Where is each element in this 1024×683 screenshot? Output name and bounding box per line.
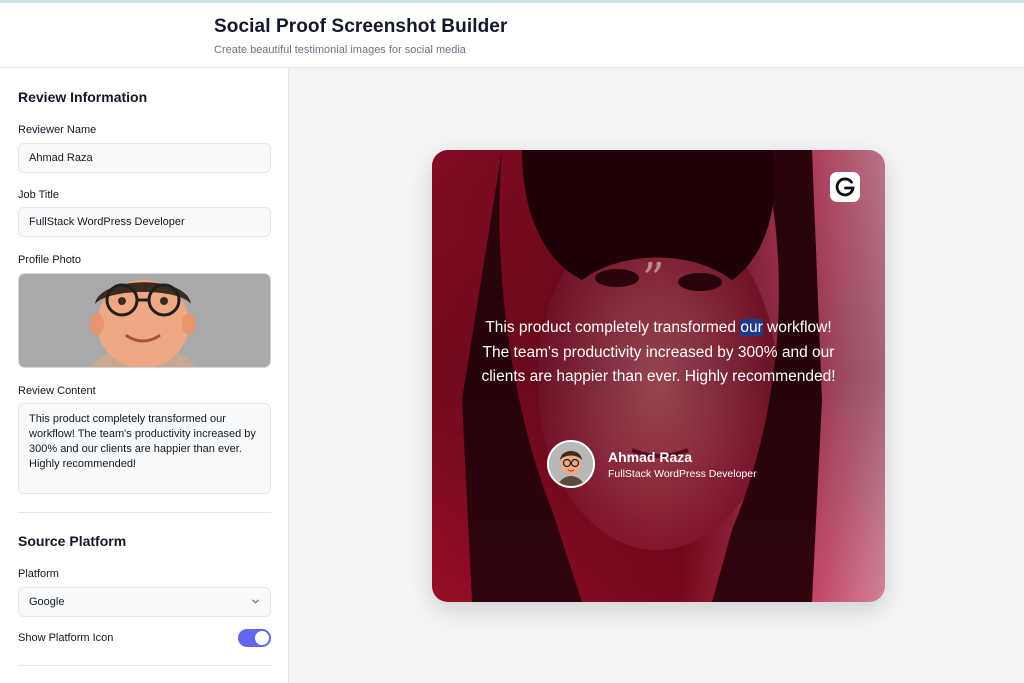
job-title-label: Job Title: [18, 189, 59, 201]
reviewer-name-label: Reviewer Name: [18, 124, 97, 136]
app-title: Social Proof Screenshot Builder: [214, 16, 508, 37]
settings-sidebar: Review Information Reviewer Name Ahmad R…: [0, 68, 289, 683]
review-content-label: Review Content: [18, 385, 96, 397]
chevron-down-icon: [252, 599, 259, 604]
quote-text-start: This product completely transformed: [485, 319, 741, 336]
profile-photo-upload[interactable]: [18, 273, 271, 368]
profile-photo-label: Profile Photo: [18, 254, 81, 266]
google-icon: [835, 177, 855, 197]
author-job-title: FullStack WordPress Developer: [608, 468, 757, 480]
show-platform-icon-toggle[interactable]: [238, 629, 271, 647]
reviewer-name-input[interactable]: Ahmad Raza: [18, 143, 271, 173]
toggle-knob: [255, 631, 269, 645]
review-section-title: Review Information: [18, 89, 148, 105]
testimonial-quote: This product completely transformed our …: [472, 316, 845, 390]
platform-label: Platform: [18, 568, 59, 580]
testimonial-preview-card: ” This product completely transformed ou…: [432, 150, 885, 602]
app-header: Social Proof Screenshot Builder Create b…: [0, 0, 1024, 68]
job-title-input[interactable]: FullStack WordPress Developer: [18, 207, 271, 237]
show-platform-icon-label: Show Platform Icon: [18, 632, 114, 644]
review-content-textarea[interactable]: This product completely transformed our …: [18, 403, 271, 494]
profile-photo-image: [19, 274, 270, 367]
author-avatar-image: [549, 442, 593, 486]
section-divider-bottom: [18, 665, 271, 666]
section-divider: [18, 512, 271, 513]
platform-select[interactable]: Google: [18, 587, 271, 617]
author-avatar: [547, 440, 595, 488]
platform-select-value: Google: [29, 596, 65, 608]
quote-highlight: our: [740, 319, 763, 336]
platform-section-title: Source Platform: [18, 533, 127, 549]
app-subtitle: Create beautiful testimonial images for …: [214, 44, 466, 56]
quote-icon: ”: [642, 254, 665, 305]
platform-icon-badge: [830, 172, 860, 202]
author-name: Ahmad Raza: [608, 449, 693, 465]
